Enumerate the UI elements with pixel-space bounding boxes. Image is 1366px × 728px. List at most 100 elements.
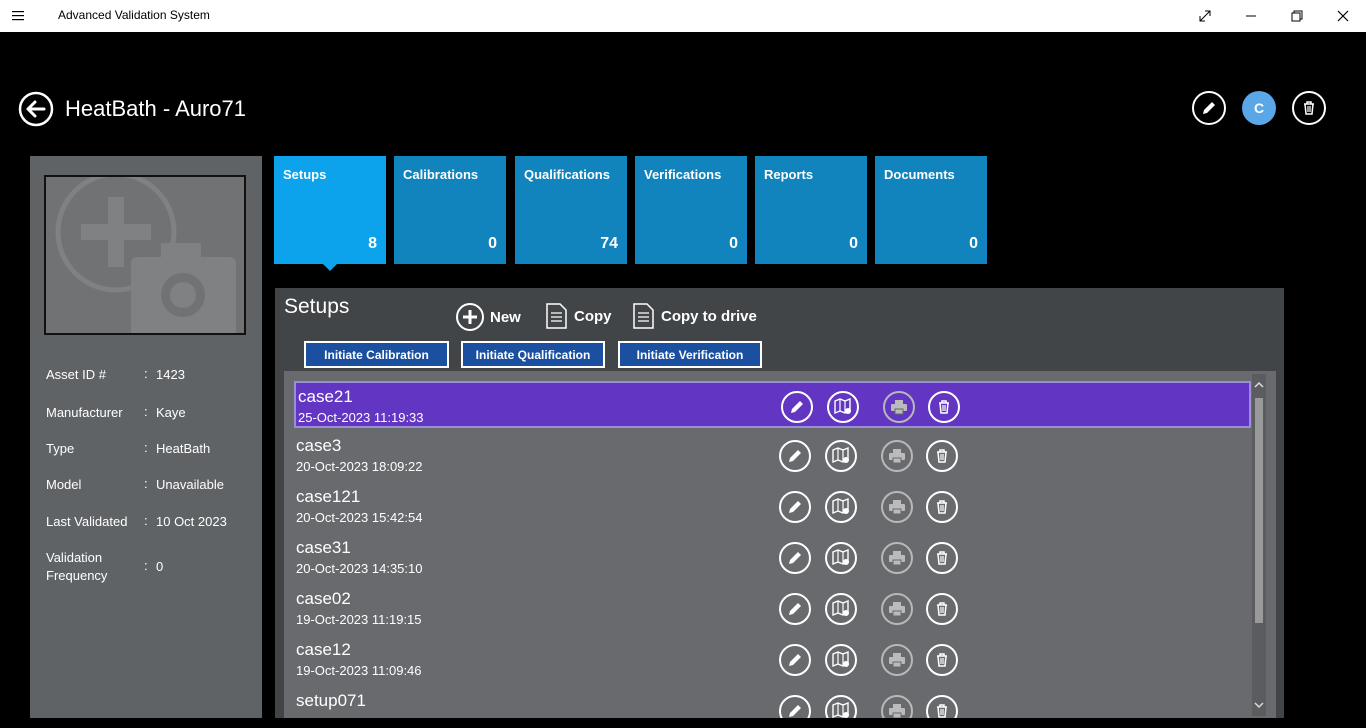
printer-icon xyxy=(889,500,905,515)
copy-button[interactable]: Copy xyxy=(544,302,612,330)
delete-setup-button[interactable] xyxy=(926,593,958,625)
pencil-icon xyxy=(789,450,801,462)
edit-setup-button[interactable] xyxy=(779,644,811,676)
setup-name: case121 xyxy=(296,487,361,506)
pencil-icon xyxy=(789,654,801,666)
print-setup-button[interactable] xyxy=(881,695,913,718)
hamburger-menu-icon[interactable] xyxy=(12,8,34,24)
setup-date: 19-Oct-2023 11:09:46 xyxy=(296,663,422,678)
scrollbar[interactable] xyxy=(1252,374,1266,716)
tab-verifications[interactable]: Verifications 0 xyxy=(635,156,747,264)
edit-setup-button[interactable] xyxy=(779,440,811,472)
map-setup-button[interactable] xyxy=(825,695,857,718)
map-icon xyxy=(832,447,849,464)
list-item[interactable]: setup071 xyxy=(294,687,1251,718)
trash-icon xyxy=(939,400,949,414)
restore-button[interactable] xyxy=(1274,0,1320,32)
tab-calibrations[interactable]: Calibrations 0 xyxy=(394,156,506,264)
map-icon xyxy=(834,398,851,415)
delete-setup-button[interactable] xyxy=(926,491,958,523)
trash-icon xyxy=(1304,101,1314,115)
tab-qualifications[interactable]: Qualifications 74 xyxy=(515,156,627,264)
delete-asset-button[interactable] xyxy=(1292,91,1326,125)
map-setup-button[interactable] xyxy=(825,542,857,574)
setup-name: case21 xyxy=(298,387,353,406)
print-setup-button[interactable] xyxy=(881,644,913,676)
close-button[interactable] xyxy=(1320,0,1366,32)
pencil-icon xyxy=(789,603,801,615)
setup-date: 20-Oct-2023 15:42:54 xyxy=(296,510,423,525)
printer-icon xyxy=(889,704,905,718)
new-setup-button[interactable]: New xyxy=(455,302,521,332)
tab-reports[interactable]: Reports 0 xyxy=(755,156,867,264)
delete-setup-button[interactable] xyxy=(926,440,958,472)
map-setup-button[interactable] xyxy=(825,491,857,523)
tab-setups[interactable]: Setups 8 xyxy=(274,156,386,264)
pencil-icon xyxy=(789,501,801,513)
list-item[interactable]: case02 19-Oct-2023 11:19:15 xyxy=(294,585,1251,632)
expand-icon xyxy=(1199,10,1211,22)
map-setup-button[interactable] xyxy=(825,440,857,472)
initiate-verification-button[interactable]: Initiate Verification xyxy=(618,341,762,368)
printer-icon xyxy=(889,653,905,668)
fullscreen-button[interactable] xyxy=(1182,0,1228,32)
asset-photo-placeholder[interactable] xyxy=(44,175,246,335)
pencil-icon xyxy=(1203,102,1215,114)
document-copy-icon xyxy=(546,303,567,329)
add-photo-icon xyxy=(55,177,236,333)
setup-name: case02 xyxy=(296,589,351,608)
delete-setup-button[interactable] xyxy=(928,391,960,423)
print-setup-button[interactable] xyxy=(881,440,913,472)
edit-setup-button[interactable] xyxy=(779,542,811,574)
edit-setup-button[interactable] xyxy=(781,391,813,423)
map-icon xyxy=(832,498,849,515)
map-setup-button[interactable] xyxy=(825,644,857,676)
delete-setup-button[interactable] xyxy=(926,542,958,574)
list-item[interactable]: case3 20-Oct-2023 18:09:22 xyxy=(294,432,1251,479)
back-arrow-icon[interactable] xyxy=(18,91,54,127)
title-bar: Advanced Validation System xyxy=(0,0,1366,32)
trash-icon xyxy=(937,653,947,667)
minimize-button[interactable] xyxy=(1228,0,1274,32)
trash-icon xyxy=(937,551,947,565)
setup-name: case12 xyxy=(296,640,351,659)
setup-date: 20-Oct-2023 14:35:10 xyxy=(296,561,423,576)
list-item[interactable]: case31 20-Oct-2023 14:35:10 xyxy=(294,534,1251,581)
map-icon xyxy=(832,651,849,668)
setup-date: 19-Oct-2023 11:19:15 xyxy=(296,612,422,627)
delete-setup-button[interactable] xyxy=(926,695,958,718)
avatar[interactable]: C xyxy=(1242,91,1276,125)
trash-icon xyxy=(937,602,947,616)
print-setup-button[interactable] xyxy=(881,542,913,574)
edit-setup-button[interactable] xyxy=(779,695,811,718)
setup-name: case3 xyxy=(296,436,342,455)
initiate-calibration-button[interactable]: Initiate Calibration xyxy=(304,341,449,368)
close-icon xyxy=(1337,10,1349,22)
print-setup-button[interactable] xyxy=(881,491,913,523)
restore-icon xyxy=(1291,10,1303,22)
map-setup-button[interactable] xyxy=(827,391,859,423)
app-title: Advanced Validation System xyxy=(58,8,210,22)
scroll-down-icon[interactable] xyxy=(1252,698,1266,712)
tab-documents[interactable]: Documents 0 xyxy=(875,156,987,264)
scroll-thumb[interactable] xyxy=(1255,398,1263,623)
printer-icon xyxy=(889,602,905,617)
setup-name: case31 xyxy=(296,538,351,557)
edit-setup-button[interactable] xyxy=(779,593,811,625)
document-drive-icon xyxy=(633,303,654,329)
print-setup-button[interactable] xyxy=(881,593,913,625)
delete-setup-button[interactable] xyxy=(926,644,958,676)
plus-circle-icon xyxy=(456,303,484,331)
printer-icon xyxy=(891,400,907,415)
scroll-up-icon[interactable] xyxy=(1252,378,1266,392)
print-setup-button[interactable] xyxy=(883,391,915,423)
map-setup-button[interactable] xyxy=(825,593,857,625)
edit-setup-button[interactable] xyxy=(779,491,811,523)
list-item[interactable]: case121 20-Oct-2023 15:42:54 xyxy=(294,483,1251,530)
edit-asset-button[interactable] xyxy=(1192,91,1226,125)
map-icon xyxy=(832,702,849,718)
copy-to-drive-button[interactable]: Copy to drive xyxy=(631,302,757,330)
list-item[interactable]: case12 19-Oct-2023 11:09:46 xyxy=(294,636,1251,683)
initiate-qualification-button[interactable]: Initiate Qualification xyxy=(461,341,605,368)
list-item[interactable]: case21 25-Oct-2023 11:19:33 xyxy=(294,381,1251,428)
